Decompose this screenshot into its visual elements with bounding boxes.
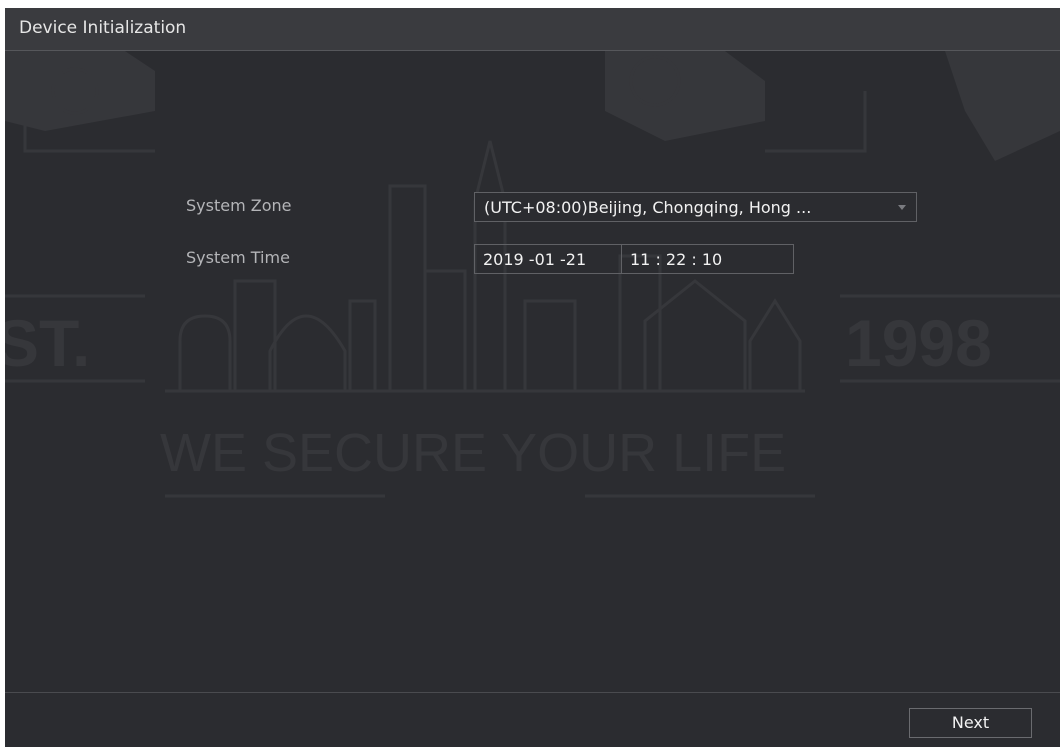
watermark-lines: [5, 294, 1060, 498]
dropdown-arrow-icon: [898, 205, 906, 210]
system-time-label: System Time: [186, 248, 290, 267]
system-zone-label: System Zone: [186, 196, 292, 215]
footer-bar: Next: [5, 692, 1060, 747]
system-zone-dropdown[interactable]: (UTC+08:00)Beijing, Chongqing, Hong ...: [474, 192, 917, 222]
watermark-slogan: WE SECURE YOUR LIFE: [160, 423, 786, 483]
title-bar: Device Initialization: [5, 8, 1060, 51]
system-zone-value: (UTC+08:00)Beijing, Chongqing, Hong ...: [484, 198, 812, 217]
next-button[interactable]: Next: [909, 708, 1032, 738]
right-camera-illustration: [605, 51, 1060, 161]
watermark-right-text: 1998: [845, 306, 992, 380]
content-area: ST. 1998 WE SECURE YOUR LIFE System Zone…: [5, 51, 1060, 692]
background-watermark: ST. 1998 WE SECURE YOUR LIFE: [5, 51, 1060, 498]
device-initialization-window: Device Initialization ST. 1998 WE SECURE…: [5, 8, 1060, 747]
date-time-divider: [621, 245, 622, 273]
time-input[interactable]: 11 : 22 : 10: [630, 250, 722, 269]
date-input[interactable]: 2019 -01 -21: [483, 250, 586, 269]
window-title: Device Initialization: [19, 18, 187, 38]
watermark-left-text: ST.: [5, 306, 90, 380]
left-camera-illustration: [5, 51, 155, 153]
system-time-field: 2019 -01 -21 11 : 22 : 10: [474, 244, 794, 274]
